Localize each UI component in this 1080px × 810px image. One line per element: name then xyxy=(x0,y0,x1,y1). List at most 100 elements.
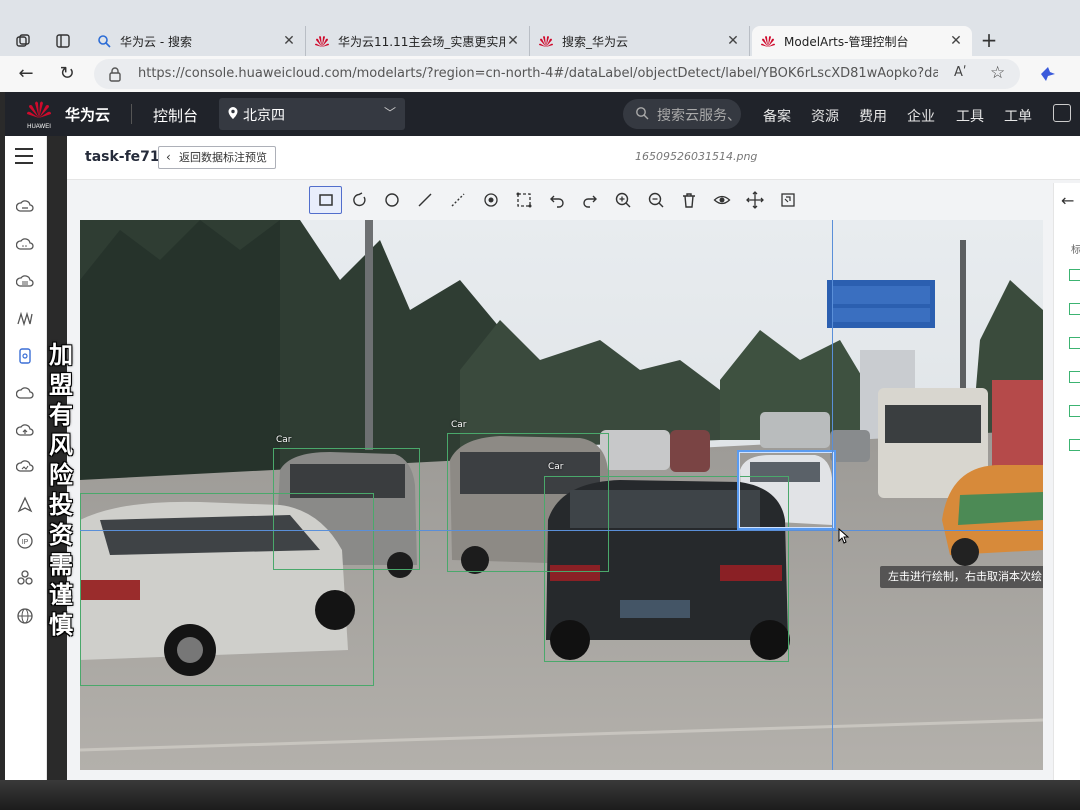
close-tab-icon[interactable]: ✕ xyxy=(505,33,521,49)
region-selector[interactable]: 北京四 ﹀ xyxy=(219,98,405,130)
bounding-box[interactable] xyxy=(80,493,374,686)
network-icon[interactable] xyxy=(16,310,34,328)
chevron-left-icon: ‹ xyxy=(166,150,171,164)
close-tab-icon[interactable]: ✕ xyxy=(281,33,297,49)
database-icon[interactable] xyxy=(16,347,34,365)
fit-to-screen-icon[interactable] xyxy=(771,186,804,214)
undo-icon[interactable] xyxy=(540,186,573,214)
line-tool-icon[interactable] xyxy=(408,186,441,214)
console-link[interactable]: 控制台 xyxy=(153,105,198,126)
back-arrow-icon[interactable]: ← xyxy=(14,62,38,86)
tab-actions-icon[interactable] xyxy=(52,30,74,52)
extension-icon[interactable] xyxy=(1038,64,1058,84)
address-bar[interactable]: https://console.huaweicloud.com/modelart… xyxy=(94,59,1020,89)
tab-title: 华为云11.11主会场_实惠更实用， xyxy=(338,34,505,49)
browser-tab-strip: 华为云 - 搜索 ✕ 华为云11.11主会场_实惠更实用， ✕ 搜索_华为云 ✕… xyxy=(0,0,1080,56)
point-tool-icon[interactable] xyxy=(474,186,507,214)
menu-enterprise[interactable]: 企业 xyxy=(907,106,935,126)
close-tab-icon[interactable]: ✕ xyxy=(725,33,741,49)
collapse-arrow-icon[interactable]: ← xyxy=(1061,191,1074,210)
cloud-service-icon[interactable] xyxy=(16,236,34,254)
back-to-preview-button[interactable]: ‹ 返回数据标注预览 xyxy=(158,146,276,169)
menu-tools[interactable]: 工具 xyxy=(956,106,984,126)
huawei-logo-icon xyxy=(538,33,554,49)
label-panel: ← 标 xyxy=(1053,183,1080,780)
lock-icon xyxy=(109,67,121,82)
bbox-label: Car xyxy=(276,435,292,445)
menu-tickets[interactable]: 工单 xyxy=(1004,106,1032,126)
back-button-label: 返回数据标注预览 xyxy=(179,151,267,164)
menu-billing[interactable]: 费用 xyxy=(859,106,887,126)
workspaces-icon[interactable] xyxy=(12,30,34,52)
search-placeholder: 搜索云服务、 xyxy=(657,108,741,124)
rectangle-tool-icon[interactable] xyxy=(309,186,342,214)
zoom-out-icon[interactable] xyxy=(639,186,672,214)
polyline-box-tool-icon[interactable] xyxy=(507,186,540,214)
divider xyxy=(131,104,132,124)
reload-icon[interactable]: ↻ xyxy=(55,62,79,86)
draw-hint-tooltip: 左击进行绘制，右击取消本次绘 xyxy=(880,566,1043,588)
label-checkbox[interactable] xyxy=(1069,405,1080,417)
crosshair-vertical xyxy=(832,220,833,770)
favorite-star-icon[interactable]: ☆ xyxy=(990,63,1005,83)
annotation-toolbar xyxy=(309,186,804,214)
panel-header: 标 xyxy=(1071,245,1080,256)
address-bar-row: ← ↻ https://console.huaweicloud.com/mode… xyxy=(0,56,1080,92)
task-header: task-fe71 ‹ 返回数据标注预览 16509526031514.png xyxy=(67,136,1080,180)
huawei-logo[interactable]: HUAWEI xyxy=(25,98,53,130)
crosshair-horizontal xyxy=(80,530,1043,531)
huawei-logo-icon xyxy=(760,33,776,49)
bounding-box-active[interactable] xyxy=(737,450,836,530)
terminal-icon[interactable] xyxy=(1053,104,1071,122)
annotation-canvas[interactable]: Car Car Car 左击进行绘制，右击取消本次绘 xyxy=(80,220,1043,770)
screen: 华为云 - 搜索 ✕ 华为云11.11主会场_实惠更实用， ✕ 搜索_华为云 ✕… xyxy=(0,0,1080,810)
pan-move-icon[interactable] xyxy=(738,186,771,214)
new-tab-icon[interactable]: + xyxy=(978,29,1000,51)
label-workspace: task-fe71 ‹ 返回数据标注预览 16509526031514.png xyxy=(67,136,1080,780)
label-checkbox[interactable] xyxy=(1069,439,1080,451)
huawei-logo-icon xyxy=(314,33,330,49)
dashed-line-tool-icon[interactable] xyxy=(441,186,474,214)
label-checkbox[interactable] xyxy=(1069,371,1080,383)
browser-tab[interactable]: 搜索_华为云 ✕ xyxy=(530,26,750,56)
polygon-tool-icon[interactable] xyxy=(342,186,375,214)
bbox-label: Car xyxy=(451,420,467,430)
search-icon xyxy=(96,33,112,49)
browser-tab[interactable]: 华为云 - 搜索 ✕ xyxy=(88,26,306,56)
region-name: 北京四 xyxy=(243,108,285,124)
close-tab-icon[interactable]: ✕ xyxy=(948,33,964,49)
cloud-monitor-icon[interactable] xyxy=(16,458,34,476)
label-checkbox[interactable] xyxy=(1069,337,1080,349)
ai-service-icon[interactable] xyxy=(16,496,34,514)
url-text[interactable]: https://console.huaweicloud.com/modelart… xyxy=(138,66,938,81)
read-aloud-icon[interactable]: Aʹ xyxy=(954,65,967,80)
tab-title: 华为云 - 搜索 xyxy=(120,34,192,49)
svg-text:IP: IP xyxy=(22,539,29,546)
service-search[interactable]: 搜索云服务、 xyxy=(623,99,741,129)
redo-icon[interactable] xyxy=(573,186,606,214)
ip-icon[interactable]: IP xyxy=(16,532,34,550)
task-name: task-fe71 xyxy=(85,149,160,165)
circle-tool-icon[interactable] xyxy=(375,186,408,214)
menu-hamburger-icon[interactable] xyxy=(15,148,33,164)
cloud-server-icon[interactable] xyxy=(16,198,34,216)
image-filename: 16509526031514.png xyxy=(635,150,758,163)
browser-tab[interactable]: 华为云11.11主会场_实惠更实用， ✕ xyxy=(306,26,530,56)
cloud-storage-icon[interactable] xyxy=(16,273,34,291)
cluster-icon[interactable] xyxy=(16,569,34,587)
visibility-eye-icon[interactable] xyxy=(705,186,738,214)
cloud-icon[interactable] xyxy=(16,385,34,403)
video-bottom-strip xyxy=(0,780,1080,810)
globe-icon[interactable] xyxy=(16,607,34,625)
zoom-in-icon[interactable] xyxy=(606,186,639,214)
mouse-cursor-icon xyxy=(838,528,850,544)
menu-filing[interactable]: 备案 xyxy=(763,106,791,126)
label-checkbox[interactable] xyxy=(1069,303,1080,315)
warning-watermark: 加盟有风险投资需谨慎 xyxy=(49,341,73,639)
brand-name[interactable]: 华为云 xyxy=(65,104,110,125)
browser-tab-active[interactable]: ModelArts-管理控制台 ✕ xyxy=(752,26,972,56)
label-checkbox[interactable] xyxy=(1069,269,1080,281)
cloud-upload-icon[interactable] xyxy=(16,422,34,440)
menu-resources[interactable]: 资源 xyxy=(811,106,839,126)
delete-icon[interactable] xyxy=(672,186,705,214)
